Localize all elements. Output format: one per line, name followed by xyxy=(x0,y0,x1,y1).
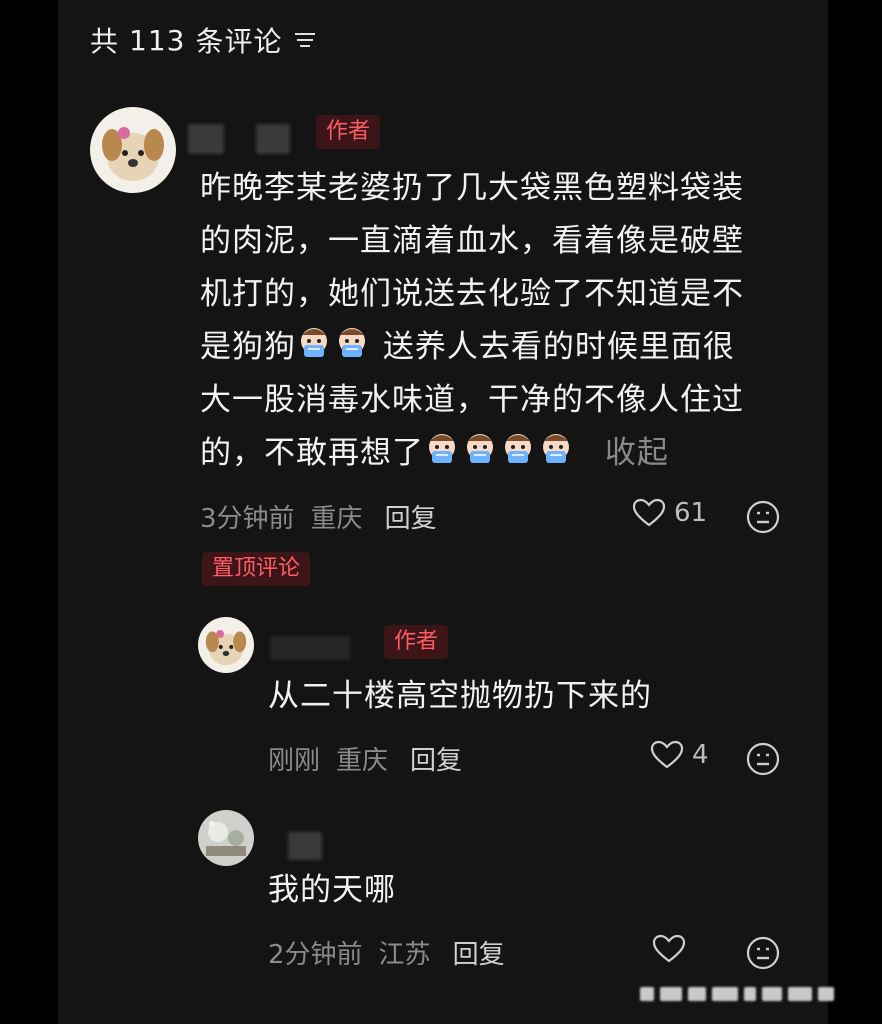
comment-time: 3分钟前 xyxy=(200,504,295,534)
crying-emoji-icon xyxy=(543,434,569,463)
smiley-face-icon[interactable] xyxy=(746,936,780,970)
username-blurred[interactable] xyxy=(288,832,322,860)
comment-count-header: 共 113 条评论 xyxy=(90,18,316,62)
crying-emoji-icon xyxy=(339,328,365,357)
like-count: 4 xyxy=(692,740,709,770)
author-tag: 作者 xyxy=(316,115,381,149)
comment-location: 江苏 xyxy=(378,940,431,970)
comment-line: 昨晚李某老婆扔了几大袋黑色塑料袋装 xyxy=(200,170,744,206)
comment-line-with-emoji: 的，不敢再想了 收起 xyxy=(200,427,820,480)
comment-meta: 刚刚 重庆 回复 xyxy=(268,740,462,777)
like-button[interactable]: 61 xyxy=(632,498,707,528)
heart-outline-icon xyxy=(652,934,686,963)
avatar[interactable] xyxy=(198,617,254,673)
filter-lines-icon[interactable] xyxy=(294,31,316,49)
collapse-link[interactable]: 收起 xyxy=(605,435,669,471)
comment-fragment: 送养人去看的时候里面很 xyxy=(382,329,735,365)
comment-line: 机打的，她们说送去化验了不知道是不 xyxy=(200,276,744,312)
crying-emoji-icon xyxy=(429,434,455,463)
reply-button[interactable]: 回复 xyxy=(453,934,505,971)
watermark-blurred xyxy=(640,980,840,1008)
crying-emoji-icon xyxy=(301,328,327,357)
like-button[interactable] xyxy=(652,934,694,964)
author-tag: 作者 xyxy=(384,625,449,659)
like-button[interactable]: 4 xyxy=(650,740,709,770)
comment-text: 从二十楼高空抛物扔下来的 xyxy=(268,678,652,714)
comment-text: 我的天哪 xyxy=(268,872,396,908)
heart-outline-icon xyxy=(632,498,666,527)
comment-meta: 3分钟前 重庆 回复 xyxy=(200,498,437,535)
comment-text: 昨晚李某老婆扔了几大袋黑色塑料袋装 的肉泥，一直滴着血水，看着像是破壁 机打的，… xyxy=(200,162,820,480)
comment-line-with-emoji: 是狗狗 送养人去看的时候里面很 xyxy=(200,321,820,374)
comment-fragment: 的，不敢再想了 xyxy=(200,435,424,471)
comment-fragment: 是狗狗 xyxy=(200,329,296,365)
username-blurred[interactable] xyxy=(256,124,290,154)
comment-count: 113 xyxy=(129,23,186,57)
header-prefix: 共 xyxy=(90,25,120,58)
comment-time: 刚刚 xyxy=(268,746,321,776)
username-blurred[interactable] xyxy=(188,124,224,154)
reply-button[interactable]: 回复 xyxy=(385,498,437,535)
comment-meta: 2分钟前 江苏 回复 xyxy=(268,934,505,971)
crying-emoji-icon xyxy=(505,434,531,463)
comment-location: 重庆 xyxy=(310,504,363,534)
like-count: 61 xyxy=(674,498,708,528)
avatar[interactable] xyxy=(90,107,176,193)
heart-outline-icon xyxy=(650,740,684,769)
header-suffix: 条评论 xyxy=(195,25,283,58)
comment-time: 2分钟前 xyxy=(268,940,363,970)
comment-location: 重庆 xyxy=(336,746,389,776)
smiley-face-icon[interactable] xyxy=(746,742,780,776)
reply-button[interactable]: 回复 xyxy=(410,740,462,777)
comment-line: 大一股消毒水味道，干净的不像人住过 xyxy=(200,382,744,418)
pinned-comment-label: 置顶评论 xyxy=(202,552,311,586)
crying-emoji-icon xyxy=(467,434,493,463)
avatar[interactable] xyxy=(198,810,254,866)
username-blurred[interactable] xyxy=(270,636,350,660)
smiley-face-icon[interactable] xyxy=(746,500,780,534)
comment-line: 的肉泥，一直滴着血水，看着像是破壁 xyxy=(200,223,744,259)
